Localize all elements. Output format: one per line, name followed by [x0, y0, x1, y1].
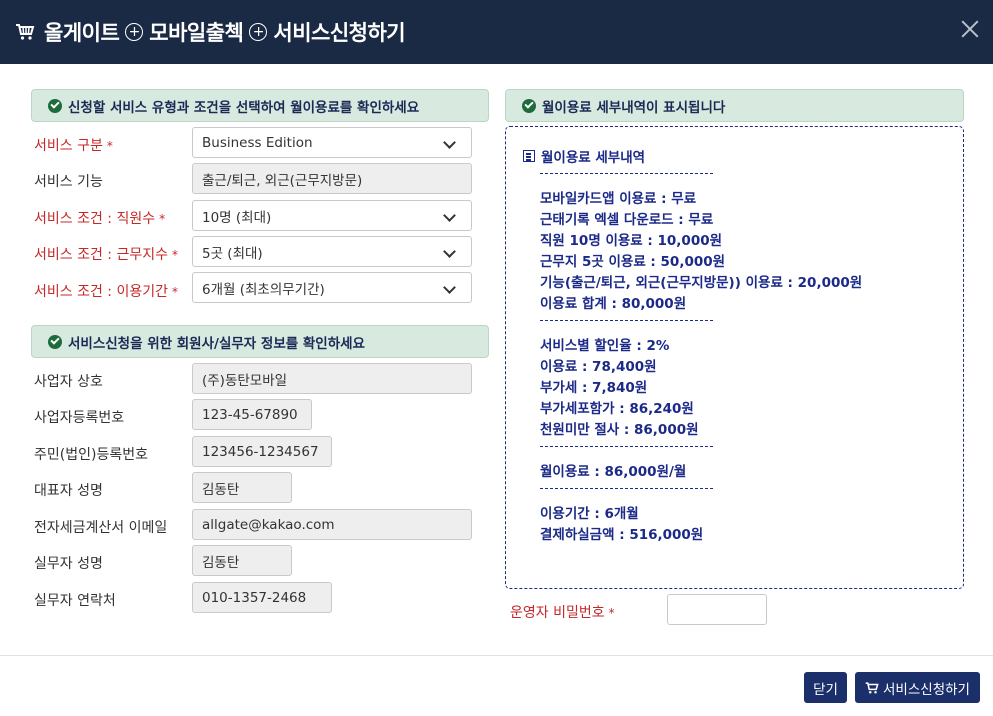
fee-line: 이용기간 : 6개월 — [540, 506, 639, 522]
plus-circle-icon: + — [125, 23, 144, 41]
document-icon — [523, 150, 535, 162]
fee-detail-box: 월이용료 세부내역 모바일카드앱 이용료 : 무료 근태기록 엑셀 다운로드 :… — [505, 126, 964, 589]
member-info-heading: 서비스신청을 위한 회원사/실무자 정보를 확인하세요 — [31, 325, 489, 358]
modal-title: 올게이트 + 모바일출첵 + 서비스신청하기 — [44, 17, 406, 47]
check-circle-icon — [48, 334, 62, 349]
service-feature-field: 출근/퇴근, 외근(근무지방문) — [192, 163, 472, 194]
tax-email-field: allgate@kakao.com — [192, 509, 472, 540]
registration-number-label: 주민(법인)등록번호 — [34, 447, 148, 463]
modal-header: 올게이트 + 모바일출첵 + 서비스신청하기 — [0, 0, 993, 64]
fee-detail-title: 월이용료 세부내역 — [523, 146, 645, 166]
fee-line: 근무지 5곳 이용료 : 50,000원 — [540, 254, 726, 270]
cart-icon — [14, 21, 36, 43]
fee-line: 부가세포함가 : 86,240원 — [540, 401, 694, 417]
service-apply-modal: 올게이트 + 모바일출첵 + 서비스신청하기 신청할 서비스 유형과 조건을 선… — [0, 0, 993, 716]
plus-circle-icon: + — [249, 23, 268, 41]
fee-detail-heading: 월이용료 세부내역이 표시됩니다 — [505, 89, 964, 122]
fee-line: 서비스별 할인율 : 2% — [540, 338, 670, 354]
title-product: 모바일출첵 — [149, 21, 244, 45]
usage-period-label: 서비스 조건 : 이용기간 * — [34, 284, 178, 300]
company-name-label: 사업자 상호 — [34, 374, 103, 390]
manager-name-label: 실무자 성명 — [34, 556, 103, 572]
separator — [540, 173, 713, 174]
check-circle-icon — [522, 98, 536, 113]
registration-number-field: 123456-1234567 — [192, 436, 332, 467]
workplace-count-select[interactable]: 5곳 (최대) — [192, 236, 472, 267]
close-icon[interactable] — [959, 18, 981, 40]
business-number-label: 사업자등록번호 — [34, 410, 125, 426]
manager-phone-field: 010-1357-2468 — [192, 582, 332, 613]
title-brand: 올게이트 — [44, 21, 120, 45]
admin-password-input[interactable] — [667, 594, 767, 625]
fee-line: 이용료 : 78,400원 — [540, 359, 657, 375]
cart-icon — [865, 681, 879, 695]
separator — [540, 488, 713, 489]
separator — [540, 320, 713, 321]
employee-count-select[interactable]: 10명 (최대) — [192, 200, 472, 231]
service-type-label: 서비스 구분 * — [34, 138, 113, 154]
footer-divider — [0, 655, 993, 656]
business-number-field: 123-45-67890 — [192, 399, 312, 430]
usage-period-select[interactable]: 6개월 (최초의무기간) — [192, 272, 472, 303]
fee-line: 기능(출근/퇴근, 외근(근무지방문)) 이용료 : 20,000원 — [540, 275, 863, 291]
close-button[interactable]: 닫기 — [804, 672, 847, 703]
employee-count-label: 서비스 조건 : 직원수 * — [34, 211, 166, 227]
submit-button[interactable]: 서비스신청하기 — [855, 672, 980, 703]
ceo-name-label: 대표자 성명 — [34, 483, 103, 499]
workplace-count-label: 서비스 조건 : 근무지수 * — [34, 247, 178, 263]
service-type-select[interactable]: Business Edition — [192, 127, 472, 158]
company-name-field: (주)동탄모바일 — [192, 363, 472, 394]
separator — [540, 446, 713, 447]
service-condition-heading: 신청할 서비스 유형과 조건을 선택하여 월이용료를 확인하세요 — [31, 89, 489, 122]
manager-phone-label: 실무자 연락처 — [34, 593, 116, 609]
service-feature-label: 서비스 기능 — [34, 174, 103, 190]
fee-line: 이용료 합계 : 80,000원 — [540, 296, 687, 312]
fee-line: 부가세 : 7,840원 — [540, 380, 648, 396]
monthly-fee-line: 월이용료 : 86,000원/월 — [540, 464, 687, 480]
title-action: 서비스신청하기 — [273, 21, 406, 45]
admin-password-label: 운영자 비밀번호 * — [510, 605, 615, 621]
fee-line: 천원미만 절사 : 86,000원 — [540, 422, 699, 438]
manager-name-field: 김동탄 — [192, 545, 292, 576]
fee-line: 근태기록 엑셀 다운로드 : 무료 — [540, 212, 714, 228]
service-condition-heading-text: 신청할 서비스 유형과 조건을 선택하여 월이용료를 확인하세요 — [68, 99, 420, 116]
fee-detail-heading-text: 월이용료 세부내역이 표시됩니다 — [542, 99, 726, 116]
member-info-heading-text: 서비스신청을 위한 회원사/실무자 정보를 확인하세요 — [68, 335, 365, 352]
check-circle-icon — [48, 98, 62, 113]
tax-email-label: 전자세금계산서 이메일 — [34, 520, 168, 536]
fee-line: 모바일카드앱 이용료 : 무료 — [540, 191, 697, 207]
total-payment-line: 결제하실금액 : 516,000원 — [540, 527, 704, 543]
ceo-name-field: 김동탄 — [192, 472, 292, 503]
fee-line: 직원 10명 이용료 : 10,000원 — [540, 233, 723, 249]
